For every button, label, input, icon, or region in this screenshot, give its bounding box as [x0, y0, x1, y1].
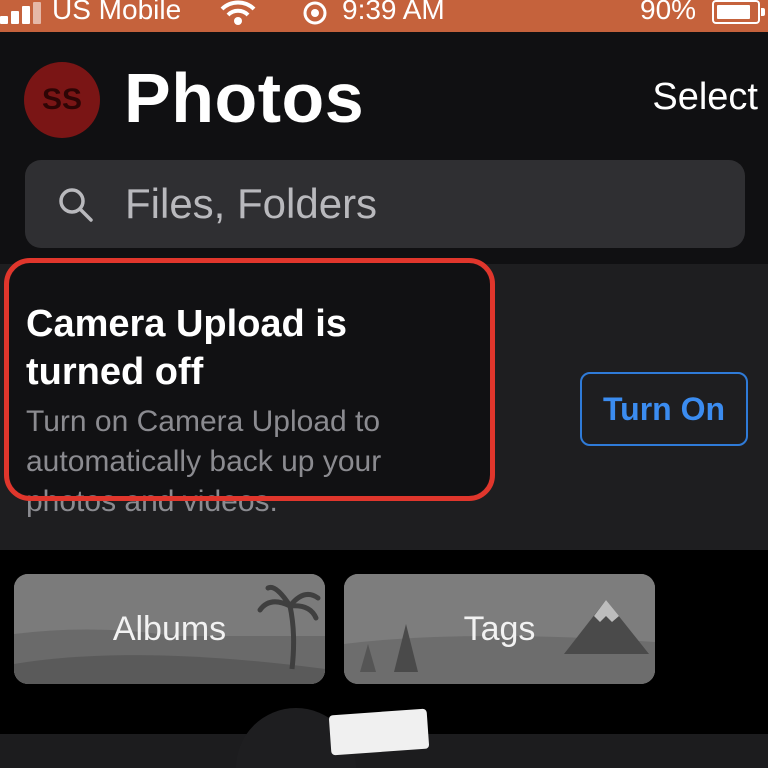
- albums-label: Albums: [112, 609, 227, 648]
- photo-card: [328, 708, 430, 756]
- status-time: 9:39 AM: [342, 0, 445, 25]
- wifi-icon: [220, 0, 256, 25]
- select-button[interactable]: Select: [652, 76, 758, 119]
- battery-icon: [712, 0, 765, 24]
- tags-tile[interactable]: Tags: [344, 574, 655, 684]
- red-highlight-outline: [4, 258, 495, 501]
- albums-tile[interactable]: Albums: [14, 574, 325, 684]
- search-icon: [59, 188, 93, 222]
- signal-icon: [0, 2, 44, 24]
- search-input[interactable]: Files, Folders: [125, 180, 377, 228]
- carrier-label: US Mobile: [52, 0, 182, 25]
- avatar[interactable]: SS: [24, 62, 100, 138]
- tags-label: Tags: [463, 609, 536, 648]
- turn-on-button[interactable]: Turn On: [580, 372, 748, 446]
- search-bar[interactable]: Files, Folders: [25, 160, 745, 248]
- battery-percent: 90%: [640, 0, 697, 25]
- alarm-icon: [303, 1, 327, 25]
- status-bar: US Mobile 9:39 AM 90%: [0, 0, 768, 32]
- page-title: Photos: [124, 59, 365, 137]
